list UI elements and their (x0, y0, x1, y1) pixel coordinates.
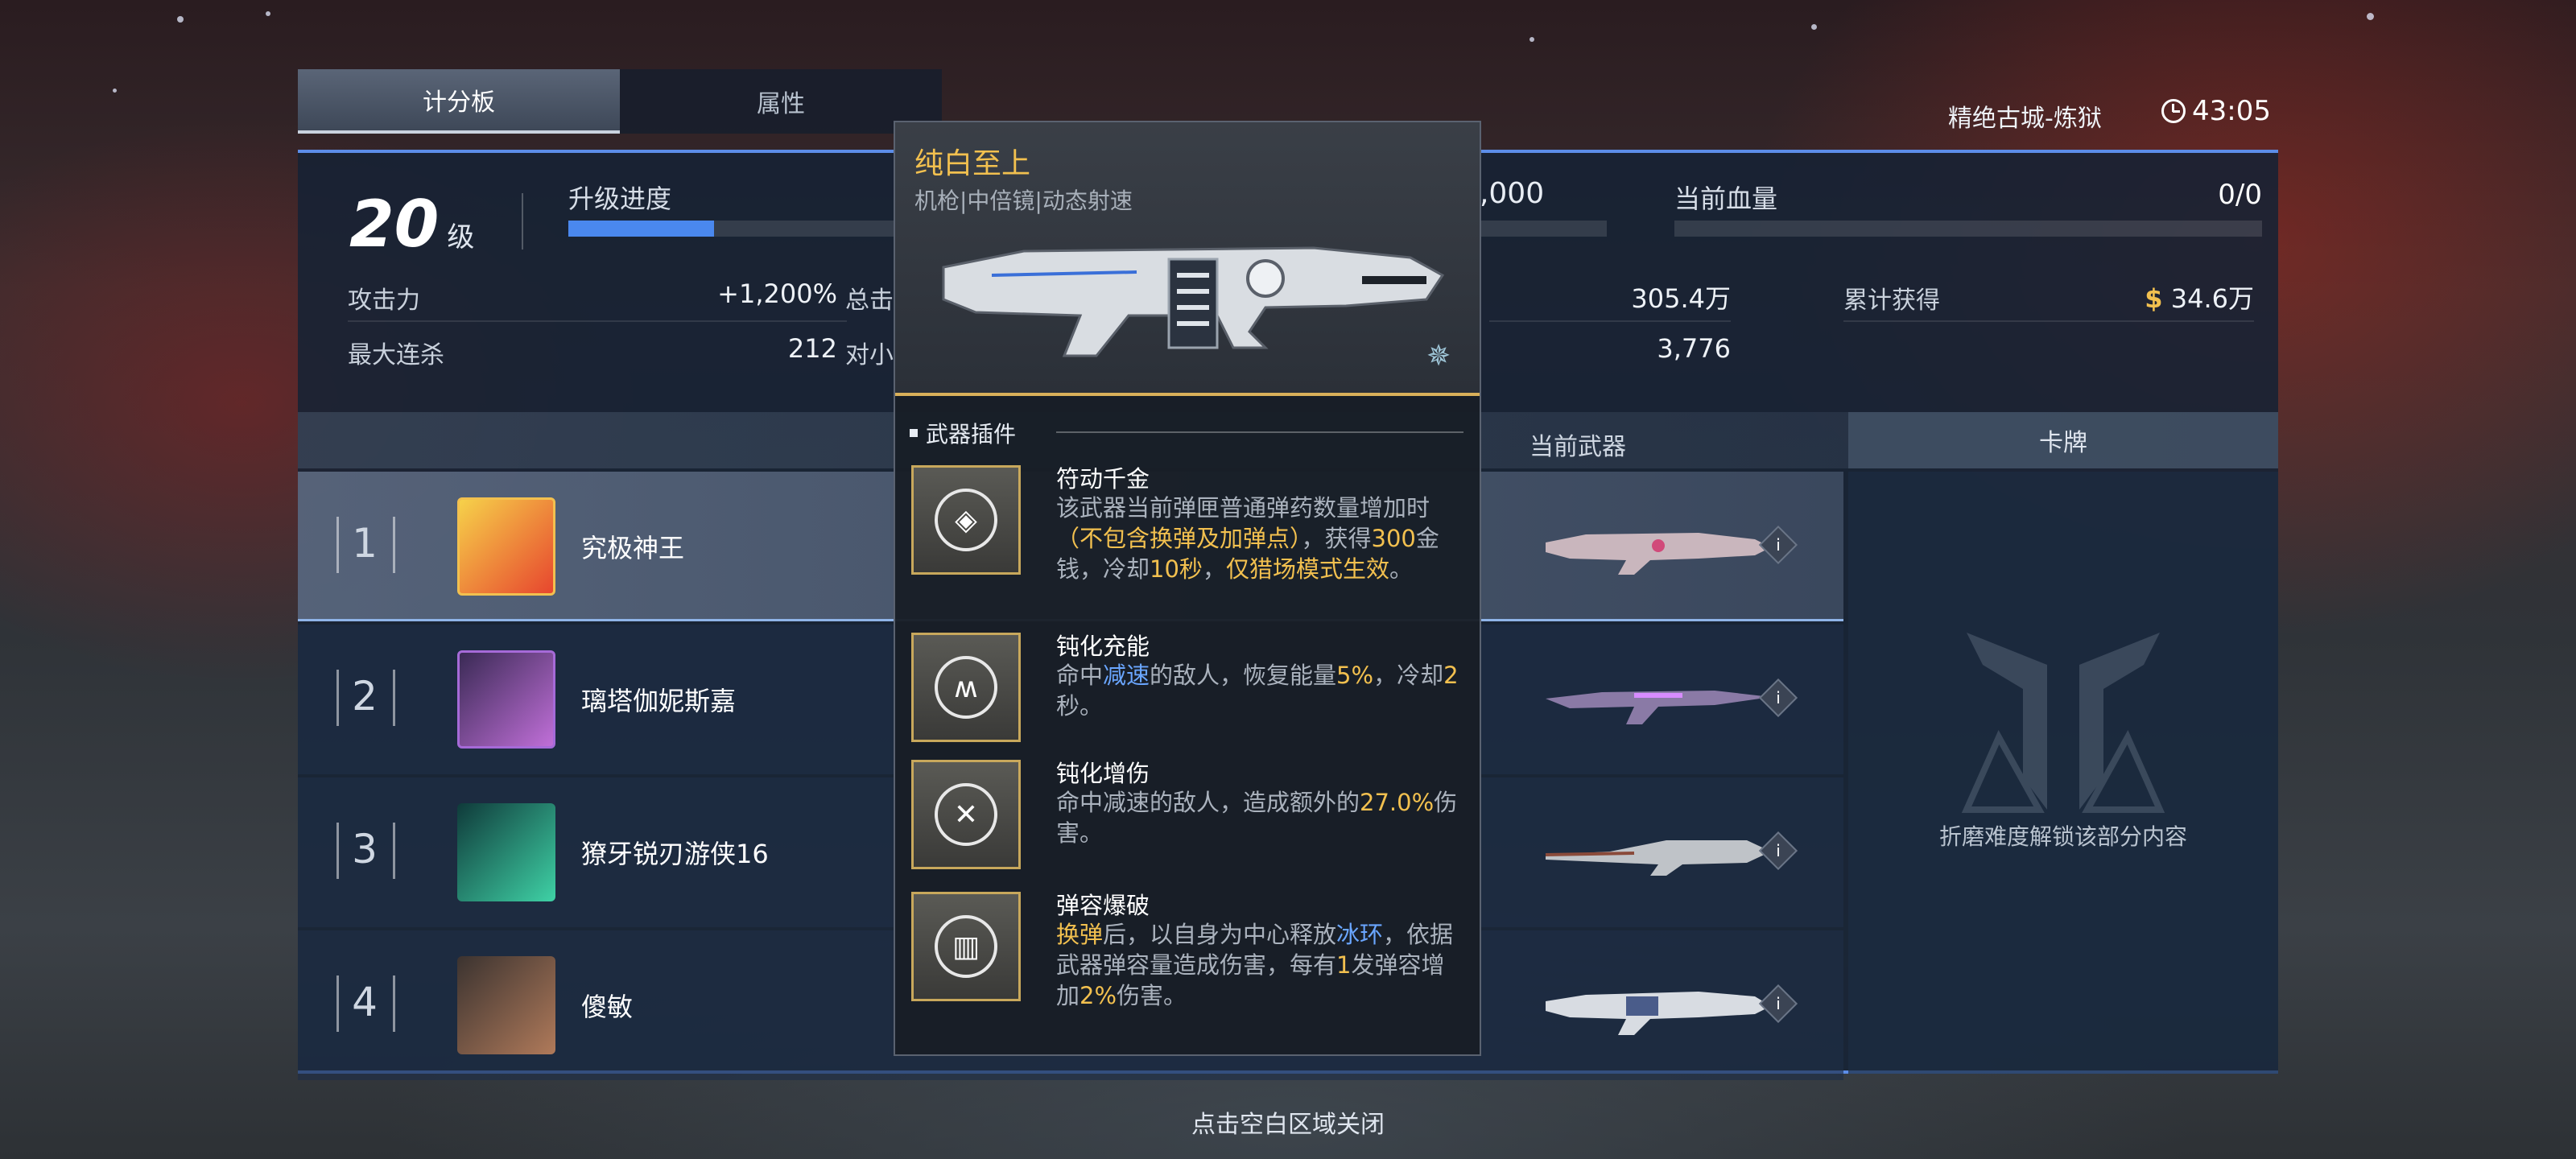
combo-value: 212 (787, 333, 837, 364)
plugin-description: 命中减速的敌人，恢复能量5%，冷却2秒。 (1056, 662, 1459, 720)
attack-label: 攻击力 (348, 287, 420, 315)
gold-coin-icon: ◈ (935, 489, 997, 551)
rank-bracket (393, 823, 395, 879)
hp-value: 0/0 (2218, 179, 2262, 211)
card-area: 折磨难度解锁该部分内容 (1848, 472, 2278, 1074)
map-name: 精绝古城-炼狱 (1948, 105, 2102, 133)
divider (1843, 320, 2254, 322)
weapon-detail-popup: 纯白至上 机枪|中倍镜|动态射速 ✵ 武器插件 ◈ 符动千金 该武器当前弹匣普通… (894, 121, 1481, 1056)
player-name: 傻敏 (581, 992, 634, 1022)
weapon-icon (1545, 840, 1771, 876)
popup-header: 纯白至上 机枪|中倍镜|动态射速 ✵ (895, 122, 1480, 396)
divider (348, 320, 847, 322)
match-time: 43:05 (2192, 95, 2271, 127)
player-level: 20 级 (349, 187, 474, 262)
kills-value: 3,776 (1657, 333, 1731, 364)
plugins-title: 武器插件 (910, 417, 1016, 449)
earned-label: 累计获得 (1843, 287, 1940, 315)
avatar (457, 956, 555, 1054)
weapon-image-icon (942, 246, 1445, 357)
avatar (457, 497, 555, 596)
divider (1056, 431, 1463, 433)
lock-emblem-icon (1961, 633, 2165, 813)
level-unit: 级 (447, 221, 475, 254)
weapon-header: 当前武器 (1530, 433, 1626, 461)
plugin-icon: ▥ (911, 892, 1021, 1001)
damage-value: 305.4万 (1631, 283, 1731, 314)
plugin-name: 钝化增伤 (1056, 760, 1150, 787)
tab-scoreboard[interactable]: 计分板 (298, 69, 620, 134)
upgrade-label: 升级进度 (568, 184, 672, 214)
weapon-icon (1546, 992, 1771, 1035)
hp-label: 当前血量 (1674, 184, 1778, 214)
weapon-icon (1546, 691, 1771, 724)
ammo-clip-icon: ▥ (935, 915, 997, 978)
weapon-name: 纯白至上 (914, 147, 1031, 180)
close-hint[interactable]: 点击空白区域关闭 (0, 1104, 2576, 1140)
card-locked-text: 折磨难度解锁该部分内容 (1938, 823, 2187, 850)
rank-bracket (393, 670, 395, 726)
top-tabs: 计分板 属性 (298, 69, 942, 134)
avatar (457, 803, 555, 901)
plugin-name: 符动千金 (1056, 465, 1150, 493)
rank-bracket (393, 975, 395, 1032)
plugin-description: 命中减速的敌人，造成额外的27.0%伤害。 (1056, 789, 1458, 847)
clock-icon (2161, 99, 2186, 123)
star-emblem-icon: ✵ (1426, 340, 1451, 373)
plugin-icon: ʍ (911, 633, 1021, 742)
crossed-swords-icon: ✕ (935, 783, 997, 846)
player-name: 究极神王 (581, 533, 685, 563)
plugin-name: 弹容爆破 (1056, 892, 1150, 919)
plugin-description: 该武器当前弹匣普通弹药数量增加时（不包含换弹及加弹点），获得300金钱，冷却10… (1056, 494, 1439, 583)
player-name: 獠牙锐刃游侠16 (581, 839, 769, 869)
rank-bracket (393, 517, 395, 573)
upgrade-progress-fill (568, 221, 714, 237)
rank-number: 3 (352, 826, 378, 872)
plugin-description: 换弹后，以自身为中心释放冰环，依据武器弹容量造成伤害，每有1发弹容增加2%伤害。 (1056, 921, 1454, 1009)
attack-value: +1,200% (717, 278, 837, 309)
divider (1489, 320, 1731, 322)
rank-number: 1 (352, 520, 378, 567)
card-header: 卡牌 (1848, 412, 2278, 468)
vs-label: 对小 (845, 341, 894, 369)
rank-number: 4 (352, 979, 378, 1025)
earned-value: $ 34.6万 (2145, 283, 2254, 314)
currency-icon: $ (2145, 283, 2163, 314)
plugin-icon: ◈ (911, 465, 1021, 575)
avatar (457, 650, 555, 749)
total-label: 总击 (845, 287, 894, 315)
plugin-name: 钝化充能 (1056, 633, 1150, 660)
energy-icon: ʍ (935, 656, 997, 719)
combo-label: 最大连杀 (348, 341, 444, 369)
weapon-icon (1546, 533, 1771, 575)
match-timer: 43:05 (2161, 95, 2271, 127)
level-number: 20 (349, 187, 440, 262)
player-name: 璃塔伽妮斯嘉 (581, 686, 737, 716)
rank-number: 2 (352, 673, 378, 720)
hp-bar (1674, 221, 2262, 237)
plugin-icon: ✕ (911, 760, 1021, 869)
divider (522, 193, 523, 250)
